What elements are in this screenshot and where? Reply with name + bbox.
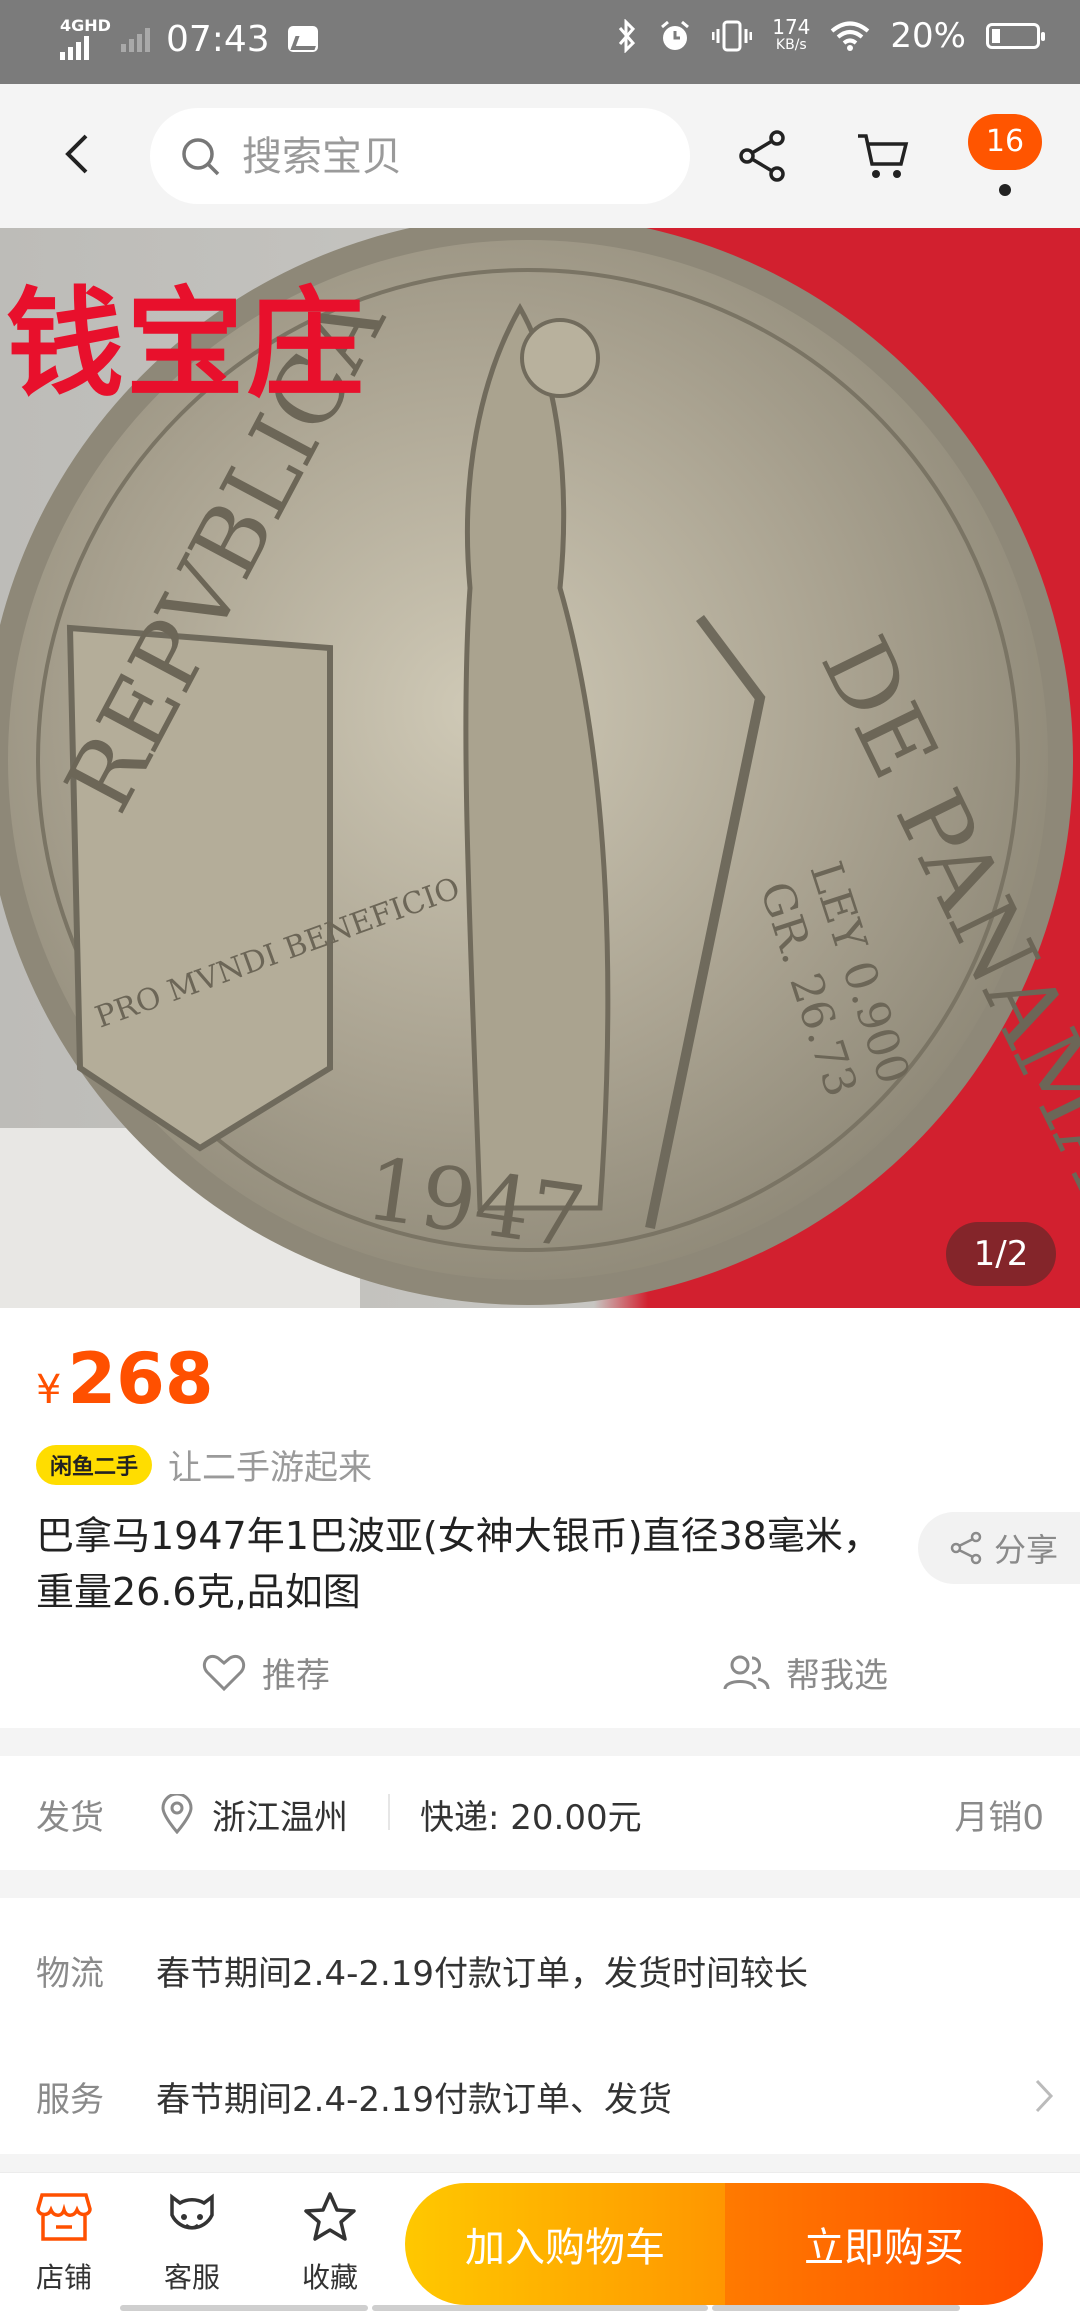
action-row: 推荐 帮我选 xyxy=(0,1648,1080,1718)
network-speed: 174 KB/s xyxy=(772,17,810,54)
heart-icon xyxy=(202,1654,246,1691)
shop-watermark: 钱宝庄 xyxy=(6,275,367,413)
status-right: 174 KB/s 20% xyxy=(616,16,1045,56)
store-label: 店铺 xyxy=(35,2261,92,2294)
monthly-sales: 月销0 xyxy=(954,1798,1044,1838)
share-icon[interactable] xyxy=(735,128,791,184)
customer-service-icon xyxy=(170,2193,214,2230)
signal-2-icon xyxy=(120,26,150,52)
price-value: 268 xyxy=(67,1338,214,1420)
back-button[interactable] xyxy=(56,132,100,176)
search-icon xyxy=(182,138,220,176)
chevron-right-icon xyxy=(1035,2079,1054,2113)
speed-unit: KB/s xyxy=(775,37,807,53)
message-button[interactable]: 16 xyxy=(968,114,1042,204)
top-nav: 16 xyxy=(0,84,1080,228)
bluetooth-icon xyxy=(619,19,636,53)
service-label: 服务 xyxy=(36,2080,104,2120)
store-button[interactable]: 店铺 xyxy=(14,2191,114,2296)
gallery-notification-icon xyxy=(287,26,318,52)
product-title: 巴拿马1947年1巴波亚(女神大银币)直径38毫米，重量26.6克,品如图 xyxy=(36,1514,881,1614)
search-bar[interactable] xyxy=(150,108,690,206)
help-choose-button[interactable]: 帮我选 xyxy=(722,1648,888,1697)
message-badge: 16 xyxy=(968,114,1042,170)
service-value: 春节期间2.4-2.19付款订单、发货 xyxy=(156,2080,673,2120)
star-icon xyxy=(304,2192,356,2241)
logistics-value: 春节期间2.4-2.19付款订单，发货时间较长 xyxy=(156,1954,809,1994)
favorite-button[interactable]: 收藏 xyxy=(280,2191,380,2296)
buy-now-button[interactable]: 立即购买 xyxy=(725,2183,1043,2305)
express-fee: 快递: 20.00元 xyxy=(420,1798,642,1838)
vibrate-icon xyxy=(712,20,753,52)
share-icon xyxy=(950,1531,982,1565)
network-type: 4GHD xyxy=(60,16,111,35)
shipping-row: 发货 浙江温州 快递: 20.00元 月销0 xyxy=(0,1756,1080,1870)
bottom-action-bar: 店铺 客服 收藏 加入购物车 立即购买 xyxy=(0,2172,1080,2317)
status-left: 4GHD 07:43 xyxy=(60,18,318,60)
share-button[interactable]: 分享 xyxy=(918,1512,1080,1584)
shipping-label: 发货 xyxy=(36,1798,104,1838)
gesture-bar xyxy=(120,2305,368,2311)
price: ¥268 xyxy=(36,1338,214,1420)
favorite-label: 收藏 xyxy=(301,2261,358,2294)
slogan: 让二手游起来 xyxy=(168,1448,373,1488)
ship-location: 浙江温州 xyxy=(212,1798,348,1838)
cart-icon[interactable] xyxy=(855,128,911,184)
clock: 07:43 xyxy=(165,18,270,60)
status-bar: 4GHD 07:43 174 KB/s 20% xyxy=(0,0,1080,84)
customer-service-button[interactable]: 客服 xyxy=(142,2191,242,2296)
service-section[interactable]: 物流 春节期间2.4-2.19付款订单，发货时间较长 服务 春节期间2.4-2.… xyxy=(0,1898,1080,2154)
battery-percent: 20% xyxy=(890,16,966,56)
currency-symbol: ¥ xyxy=(36,1367,62,1413)
divider xyxy=(388,1794,390,1830)
add-to-cart-button[interactable]: 加入购物车 xyxy=(405,2183,725,2305)
xianyu-badge: 闲鱼二手 xyxy=(36,1444,153,1485)
signal-icon xyxy=(60,34,111,60)
tag-row: 闲鱼二手 让二手游起来 xyxy=(36,1440,372,1489)
wifi-icon xyxy=(831,21,870,51)
recommend-label: 推荐 xyxy=(262,1656,330,1696)
logistics-label: 物流 xyxy=(36,1954,104,1994)
product-image-gallery[interactable]: REPVBLICA DE PANAMA LEY 0.900 GR. 26.73 … xyxy=(0,228,1080,1308)
network-indicator: 4GHD xyxy=(60,18,111,60)
product-info-card: ¥268 闲鱼二手 让二手游起来 巴拿马1947年1巴波亚(女神大银币)直径38… xyxy=(0,1308,1080,1728)
battery-icon xyxy=(986,23,1045,49)
alarm-icon xyxy=(661,20,690,50)
gesture-bar xyxy=(372,2305,708,2311)
location-icon xyxy=(161,1794,193,1834)
help-choose-label: 帮我选 xyxy=(786,1656,888,1696)
recommend-button[interactable]: 推荐 xyxy=(202,1648,330,1697)
people-icon xyxy=(723,1655,770,1690)
gesture-bar xyxy=(712,2305,960,2311)
share-label: 分享 xyxy=(994,1531,1059,1569)
image-counter: 1/2 xyxy=(946,1222,1056,1286)
customer-service-label: 客服 xyxy=(163,2261,220,2294)
search-input[interactable] xyxy=(240,108,664,206)
more-dot-icon xyxy=(999,184,1011,196)
store-icon xyxy=(36,2193,92,2241)
